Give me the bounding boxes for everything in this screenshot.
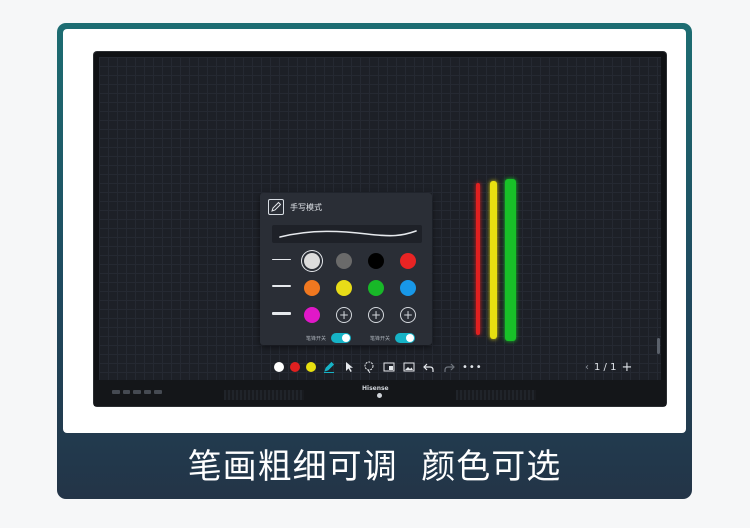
- green-stroke: [505, 179, 516, 341]
- pen-icon: [268, 199, 284, 215]
- page-indicator: 1 / 1: [594, 362, 617, 373]
- insert-page-icon[interactable]: [382, 360, 396, 374]
- undo-icon[interactable]: [422, 360, 436, 374]
- pen-tip-toggle[interactable]: [331, 333, 352, 343]
- brand-logo: Hisense: [362, 385, 389, 392]
- more-icon[interactable]: •••: [462, 362, 483, 373]
- stroke-size-thin[interactable]: [272, 259, 291, 260]
- add-color-button[interactable]: +: [400, 307, 416, 323]
- front-ports: [112, 390, 162, 396]
- speaker-grille-left: [224, 390, 304, 400]
- page-navigator: ‹ 1 / 1 +: [585, 360, 632, 375]
- stroke-preview: [272, 225, 422, 243]
- color-swatch[interactable]: [336, 253, 352, 269]
- red-stroke: [476, 183, 480, 335]
- toolbar-color-white[interactable]: [274, 362, 284, 372]
- color-swatch[interactable]: [336, 280, 352, 296]
- toolbar-color-red[interactable]: [290, 362, 300, 372]
- color-swatch[interactable]: [304, 307, 320, 323]
- color-swatch[interactable]: [400, 253, 416, 269]
- color-swatch[interactable]: [304, 280, 320, 296]
- caption: 笔画粗细可调 颜色可选: [187, 447, 562, 487]
- add-color-button[interactable]: +: [336, 307, 352, 323]
- toggle-row-right: 笔锋开关: [370, 333, 416, 343]
- color-swatch[interactable]: [368, 253, 384, 269]
- pen-tip-toggle[interactable]: [395, 333, 416, 343]
- image-icon[interactable]: [402, 360, 416, 374]
- color-swatch[interactable]: [304, 253, 320, 269]
- pen-settings-panel: 手写模式 + + + 笔锋开关 笔锋开关: [260, 193, 432, 345]
- add-color-button[interactable]: +: [368, 307, 384, 323]
- toggle-row-left: 笔锋开关: [306, 333, 352, 343]
- toggle-label: 笔锋开关: [306, 335, 327, 342]
- prev-page-button[interactable]: ‹: [585, 362, 589, 373]
- color-swatch[interactable]: [400, 280, 416, 296]
- stroke-size-thick[interactable]: [272, 312, 291, 315]
- panel-header: 手写模式: [268, 199, 322, 215]
- whiteboard-screen[interactable]: 手写模式 + + + 笔锋开关 笔锋开关 ••• ‹ 1 / 1 +: [99, 57, 661, 380]
- pen-icon[interactable]: [322, 360, 336, 374]
- bottom-toolbar: •••: [274, 359, 483, 375]
- power-button[interactable]: [377, 393, 382, 398]
- cursor-icon[interactable]: [342, 360, 356, 374]
- toggle-label: 笔锋开关: [370, 335, 391, 342]
- color-palette: + + +: [304, 253, 426, 337]
- redo-icon[interactable]: [442, 360, 456, 374]
- speaker-grille-right: [456, 390, 536, 400]
- monitor: 手写模式 + + + 笔锋开关 笔锋开关 ••• ‹ 1 / 1 + Hisen…: [94, 52, 666, 406]
- scrollbar[interactable]: [657, 338, 660, 354]
- color-swatch[interactable]: [368, 280, 384, 296]
- stroke-size-medium[interactable]: [272, 285, 291, 287]
- yellow-stroke: [490, 181, 497, 339]
- toolbar-color-yellow[interactable]: [306, 362, 316, 372]
- add-page-button[interactable]: +: [621, 360, 632, 375]
- panel-title: 手写模式: [290, 202, 322, 212]
- lasso-icon[interactable]: [362, 360, 376, 374]
